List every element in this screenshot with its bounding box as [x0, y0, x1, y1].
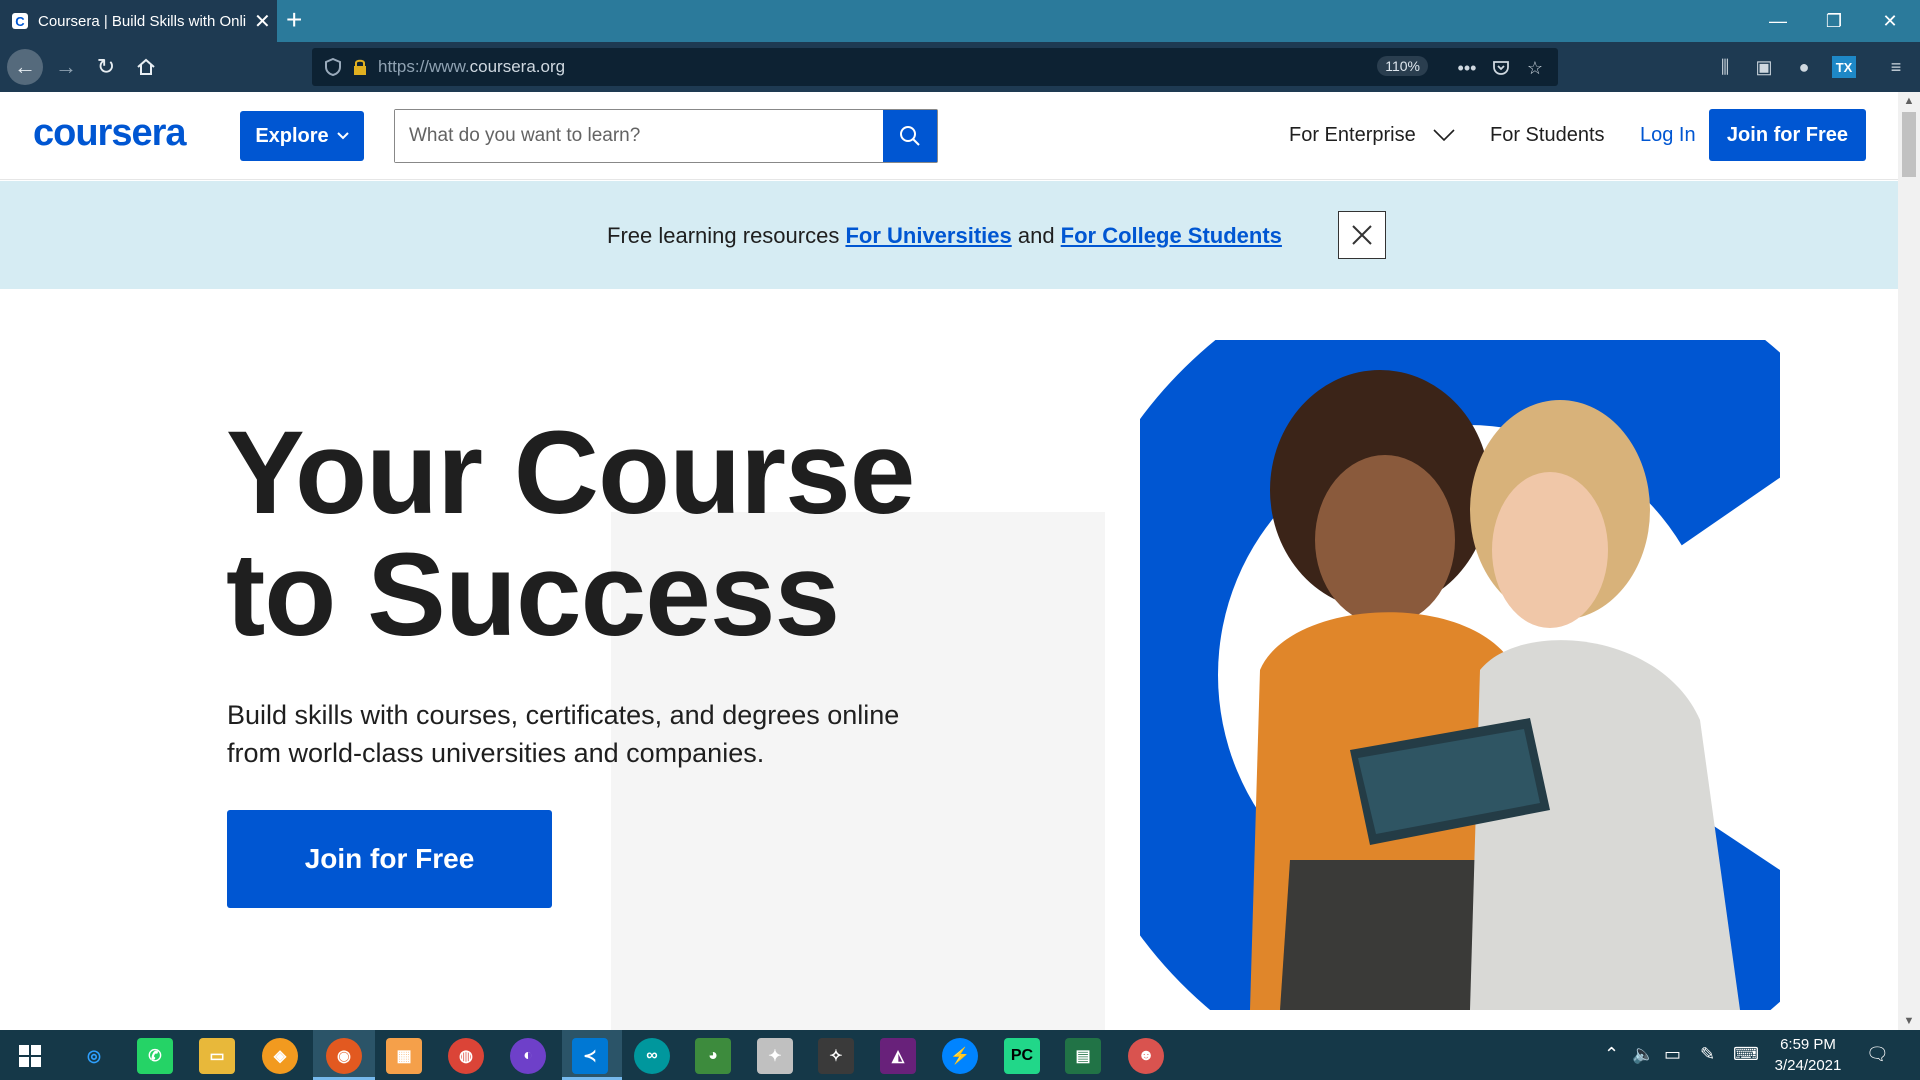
coursera-logo[interactable]: coursera — [33, 112, 187, 155]
hero-subtitle-line2: from world-class universities and compan… — [227, 738, 765, 768]
github-desktop-icon[interactable]: ◐ — [510, 1038, 546, 1074]
tab-close-icon[interactable]: ✕ — [254, 9, 271, 34]
minimize-icon[interactable]: — — [1750, 0, 1806, 42]
vpn-app-icon[interactable]: ◈ — [262, 1038, 298, 1074]
satellite-app-icon[interactable]: ✦ — [757, 1038, 793, 1074]
banner-prefix: Free learning resources — [607, 223, 846, 248]
clock-time: 6:59 PM — [1780, 1036, 1836, 1053]
pocket-icon[interactable] — [1490, 57, 1512, 79]
new-tab-icon[interactable]: + — [286, 4, 302, 36]
warning-lock-icon[interactable] — [352, 58, 368, 76]
search-button[interactable] — [883, 110, 937, 162]
earth-app-icon[interactable]: ◕ — [695, 1038, 731, 1074]
firefox-icon[interactable]: ◉ — [326, 1038, 362, 1074]
file-explorer-icon[interactable]: ▭ — [199, 1038, 235, 1074]
for-enterprise-link[interactable]: For Enterprise — [1289, 124, 1455, 147]
mascot-app-icon[interactable]: ☻ — [1128, 1038, 1164, 1074]
windows-start-icon[interactable] — [12, 1038, 48, 1074]
promo-banner: Free learning resources For Universities… — [0, 181, 1898, 289]
whatsapp-icon[interactable]: ✆ — [137, 1038, 173, 1074]
tray-expand-icon[interactable]: ⌃ — [1604, 1044, 1619, 1065]
network-icon[interactable]: ▭ — [1664, 1044, 1681, 1065]
pycharm-icon[interactable]: PC — [1004, 1038, 1040, 1074]
page-viewport: coursera Explore For Enterprise For Stud… — [0, 92, 1898, 1030]
windows-taskbar: ◎ ✆ ▭ ◈ ◉ ▦ ◍ ◐ ≺ ∞ ◕ ✦ ✧ ◭ ⚡ PC ▤ ☻ ⌃ 🔈… — [0, 1030, 1920, 1080]
explore-label: Explore — [255, 124, 329, 147]
forward-arrow-icon[interactable]: → — [48, 49, 84, 85]
home-icon[interactable] — [128, 49, 164, 85]
pen-icon[interactable]: ✎ — [1700, 1044, 1715, 1065]
search-icon — [900, 126, 920, 146]
url-bar[interactable]: https://www. coursera.org 110% ••• ☆ — [312, 48, 1558, 86]
browser-tab-active[interactable]: C Coursera | Build Skills with Online ✕ — [0, 0, 277, 42]
system-clock[interactable]: 6:59 PM 3/24/2021 — [1760, 1034, 1856, 1076]
hero-title-line1: Your Course — [226, 407, 915, 539]
reload-icon[interactable]: ↻ — [88, 49, 124, 85]
coursera-favicon-icon: C — [12, 13, 28, 29]
site-header: coursera Explore For Enterprise For Stud… — [0, 92, 1898, 180]
back-arrow-icon[interactable]: ← — [7, 49, 43, 85]
search-box — [394, 109, 938, 163]
zoom-level-badge[interactable]: 110% — [1377, 56, 1428, 76]
keyboard-icon[interactable]: ⌨ — [1733, 1044, 1759, 1065]
banner-close-button[interactable] — [1338, 211, 1386, 259]
search-input[interactable] — [395, 110, 883, 162]
sync-app-icon[interactable]: ◎ — [76, 1038, 112, 1074]
clock-date: 3/24/2021 — [1774, 1057, 1842, 1074]
for-enterprise-label: For Enterprise — [1289, 124, 1416, 146]
messenger-icon[interactable]: ⚡ — [942, 1038, 978, 1074]
menu-hamburger-icon[interactable]: ≡ — [1884, 56, 1908, 78]
page-actions-icon[interactable]: ••• — [1456, 57, 1478, 79]
restore-icon[interactable]: ❐ — [1806, 0, 1862, 42]
spreadsheet-app-icon[interactable]: ▤ — [1065, 1038, 1101, 1074]
window-close-icon[interactable]: ✕ — [1862, 0, 1918, 42]
visual-studio-icon[interactable]: ◭ — [880, 1038, 916, 1074]
account-icon[interactable]: ● — [1792, 56, 1816, 78]
chrome-icon[interactable]: ◍ — [448, 1038, 484, 1074]
vscode-icon[interactable]: ≺ — [572, 1038, 608, 1074]
join-for-free-hero-button[interactable]: Join for Free — [227, 810, 552, 908]
hero-subtitle-line1: Build skills with courses, certificates,… — [227, 700, 900, 730]
join-for-free-header-button[interactable]: Join for Free — [1709, 109, 1866, 161]
chevron-down-icon — [336, 132, 349, 140]
hero-title-line2: to Success — [226, 529, 840, 661]
scroll-down-icon[interactable]: ▼ — [1898, 1012, 1920, 1030]
sidebar-icon[interactable]: ▣ — [1752, 56, 1776, 78]
arduino-icon[interactable]: ∞ — [634, 1038, 670, 1074]
page-scrollbar[interactable]: ▲ ▼ — [1898, 92, 1920, 1030]
for-universities-link[interactable]: For Universities — [845, 223, 1011, 248]
photos-app-icon[interactable]: ▦ — [386, 1038, 422, 1074]
bookmark-star-icon[interactable]: ☆ — [1524, 57, 1546, 79]
scrollbar-thumb[interactable] — [1902, 112, 1916, 177]
volume-icon[interactable]: 🔈 — [1632, 1044, 1654, 1065]
url-domain: coursera.org — [469, 57, 566, 76]
close-icon — [1352, 225, 1372, 245]
browser-tab-bar: C Coursera | Build Skills with Online ✕ … — [0, 0, 1920, 42]
login-link[interactable]: Log In — [1640, 124, 1696, 147]
chevron-down-icon — [1433, 129, 1455, 142]
banner-middle: and — [1011, 223, 1061, 248]
url-prefix: https://www. — [378, 57, 470, 76]
scroll-up-icon[interactable]: ▲ — [1898, 92, 1920, 110]
browser-nav-bar: ← → ↻ https://www. coursera.org 110% ••• … — [0, 42, 1920, 92]
notifications-icon[interactable]: 🗨 — [1866, 1044, 1889, 1065]
for-college-students-link[interactable]: For College Students — [1061, 223, 1282, 248]
hero-title: Your Course to Success — [226, 407, 915, 661]
for-students-link[interactable]: For Students — [1490, 124, 1605, 147]
extension-icon[interactable]: TX — [1832, 56, 1856, 78]
hero-illustration — [1140, 340, 1780, 1010]
tracking-shield-icon[interactable] — [324, 58, 342, 76]
tab-title: Coursera | Build Skills with Online — [38, 12, 246, 30]
megaphone-app-icon[interactable]: ✧ — [818, 1038, 854, 1074]
explore-button[interactable]: Explore — [240, 111, 364, 161]
hero-subtitle: Build skills with courses, certificates,… — [227, 696, 987, 772]
library-icon[interactable]: ⫼ — [1713, 56, 1737, 78]
